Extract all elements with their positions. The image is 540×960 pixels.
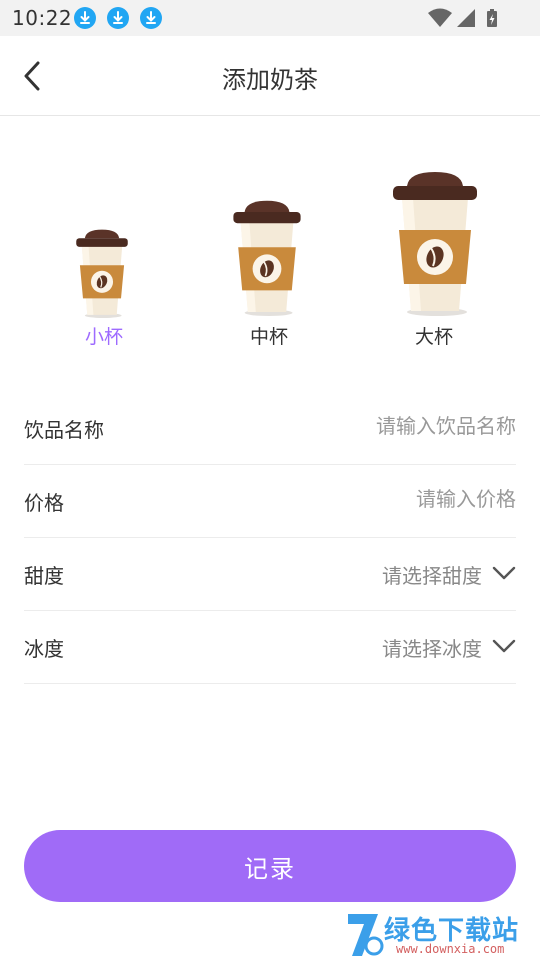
chevron-down-icon[interactable]	[492, 639, 516, 653]
price-row: 价格	[24, 465, 516, 538]
download-icon	[140, 7, 162, 29]
cup-label-small[interactable]: 小杯	[64, 322, 144, 349]
status-bar: 10:22	[0, 0, 540, 36]
system-status-icons	[428, 8, 497, 27]
sweetness-select[interactable]: 请选择甜度	[382, 560, 482, 589]
download-icon	[107, 7, 129, 29]
chevron-down-icon[interactable]	[492, 566, 516, 580]
status-time: 10:22	[12, 6, 73, 30]
watermark-logo: 绿色下载站 www.downxia.com	[344, 908, 540, 960]
price-input[interactable]	[216, 479, 516, 519]
watermark-logo-icon	[348, 914, 384, 956]
ice-select[interactable]: 请选择冰度	[382, 633, 482, 662]
ice-row[interactable]: 冰度 请选择冰度	[24, 611, 516, 684]
price-label: 价格	[24, 491, 64, 515]
sweetness-row[interactable]: 甜度 请选择甜度	[24, 538, 516, 611]
cup-label-large[interactable]: 大杯	[394, 322, 474, 349]
drink-name-label: 饮品名称	[24, 418, 104, 442]
cup-label-medium[interactable]: 中杯	[229, 322, 309, 349]
medium-cup-option[interactable]	[225, 196, 309, 316]
small-cup-option[interactable]	[70, 226, 134, 318]
page-title: 添加奶茶	[222, 66, 318, 94]
watermark-url: www.downxia.com	[396, 942, 505, 956]
wifi-icon	[428, 8, 452, 27]
title-bar: 添加奶茶	[0, 36, 540, 116]
drink-name-row: 饮品名称	[24, 392, 516, 465]
ice-label: 冰度	[24, 637, 64, 661]
battery-charging-icon	[487, 9, 497, 27]
signal-icon	[457, 9, 475, 27]
large-cup-option[interactable]	[383, 166, 487, 316]
sweetness-label: 甜度	[24, 564, 64, 588]
record-button[interactable]: 记录	[24, 830, 516, 902]
download-icon	[74, 7, 96, 29]
drink-name-input[interactable]	[216, 406, 516, 446]
